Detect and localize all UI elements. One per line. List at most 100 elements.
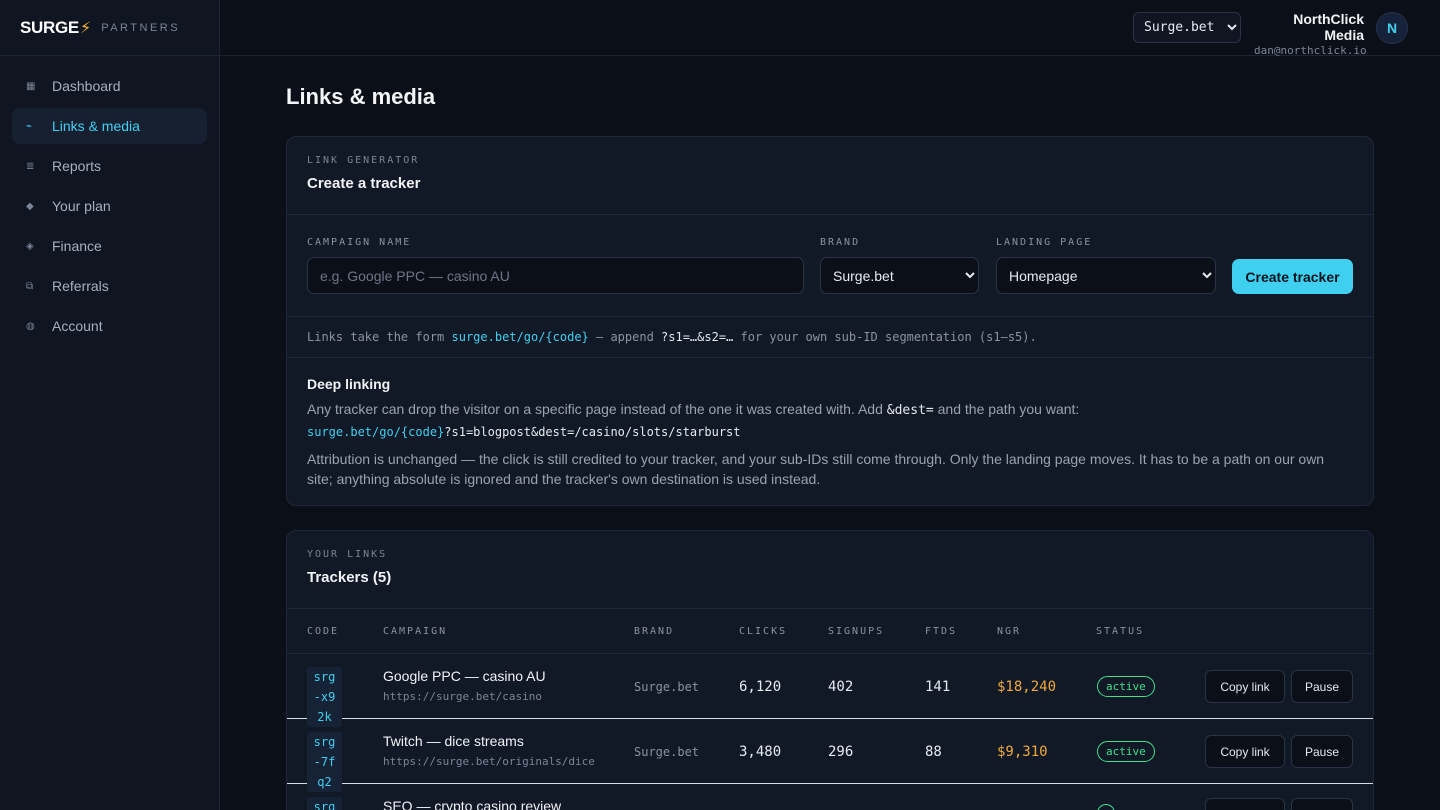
ftds-cell: 141 — [925, 679, 951, 695]
attribution-note: Attribution is unchanged — the click is … — [307, 451, 1325, 487]
column-header: BRAND — [634, 626, 675, 637]
pause-button[interactable]: Pause — [1291, 735, 1353, 768]
reports-icon: ≣ — [26, 160, 35, 172]
dashboard-icon: ▦ — [26, 80, 36, 92]
sidebar-item-label: Reports — [52, 158, 102, 174]
copy-link-button[interactable]: Copy link — [1205, 670, 1285, 703]
tracker-form: CAMPAIGN NAME BRAND Surge.bet LANDING PA… — [287, 215, 1373, 317]
card-eyebrow: LINK GENERATOR — [307, 155, 420, 166]
deep-linking-text: Any tracker can drop the visitor on a sp… — [307, 399, 1353, 421]
landing-page-label: LANDING PAGE — [996, 237, 1093, 248]
column-header: FTDS — [925, 626, 958, 637]
clicks-cell: 6,120 — [739, 679, 782, 695]
sidebar-item-referrals[interactable]: ⧉ Referrals — [12, 268, 207, 304]
tracker-url: https://surge.bet/casino — [383, 690, 542, 703]
copy-link-button[interactable] — [1205, 798, 1285, 810]
hint-prefix: Links take the form — [307, 330, 452, 344]
example-query: ?s1=blogpost&dest=/casino/slots/starburs… — [444, 425, 741, 439]
brand-switcher[interactable]: Surge.bet — [1133, 12, 1241, 43]
account-icon: ◍ — [26, 320, 35, 332]
card-header: LINK GENERATOR Create a tracker — [287, 137, 1373, 215]
sidebar-item-dashboard[interactable]: ▦ Dashboard — [12, 68, 207, 104]
campaign-name-input[interactable] — [307, 257, 804, 294]
tracker-url: https://surge.bet/originals/dice — [383, 755, 595, 768]
deep-link-example: surge.bet/go/{code}?s1=blogpost&dest=/ca… — [307, 425, 1353, 439]
bolt-icon: ⚡ — [79, 19, 92, 37]
column-header: CLICKS — [739, 626, 788, 637]
page-title: Links & media — [286, 84, 436, 109]
table-row: srg-x92k Google PPC — casino AU https://… — [287, 654, 1373, 727]
pause-button[interactable] — [1291, 798, 1353, 810]
logo-text: SURGE — [20, 17, 79, 37]
campaign-name: Google PPC — casino AU — [383, 668, 546, 684]
sidebar-item-finance[interactable]: ◈ Finance — [12, 228, 207, 264]
plan-icon: ◆ — [26, 200, 34, 212]
referrals-icon: ⧉ — [26, 280, 34, 292]
status-badge: active — [1097, 676, 1155, 697]
column-header: NGR — [997, 626, 1022, 637]
hint-mid: — append — [588, 330, 662, 344]
clicks-cell: 3,480 — [739, 744, 782, 760]
ngr-cell: $18,240 — [997, 679, 1057, 695]
status-badge: active — [1097, 741, 1155, 762]
hint-param: ?s1=…&s2=… — [661, 330, 734, 344]
table-row: srg-7fq2 Twitch — dice streams https://s… — [287, 719, 1373, 792]
card-header: YOUR LINKS Trackers (5) — [287, 531, 1373, 609]
sidebar-item-label: Your plan — [52, 198, 111, 214]
sidebar-item-label: Finance — [52, 238, 102, 254]
copy-link-button[interactable]: Copy link — [1205, 735, 1285, 768]
finance-icon: ◈ — [26, 240, 34, 252]
topbar: Surge.bet NorthClick Media dan@northclic… — [220, 0, 1440, 57]
sidebar-item-reports[interactable]: ≣ Reports — [12, 148, 207, 184]
trackers-card: YOUR LINKS Trackers (5) CODE CAMPAIGN BR… — [286, 530, 1374, 810]
status-badge — [1097, 804, 1115, 810]
dest-param: &dest= — [886, 403, 934, 418]
brand-select[interactable]: Surge.bet — [820, 257, 979, 294]
signups-cell: 296 — [828, 744, 854, 760]
column-header: CAMPAIGN — [383, 626, 448, 637]
tracker-code: srg-7fq2 — [307, 732, 342, 792]
avatar[interactable]: N — [1376, 12, 1408, 44]
deep-text-prefix: Any tracker can drop the visitor on a sp… — [307, 401, 887, 417]
sidebar-item-label: Referrals — [52, 278, 109, 294]
example-base: surge.bet/go/{code} — [307, 425, 445, 439]
pause-button[interactable]: Pause — [1291, 670, 1353, 703]
link-generator-card: LINK GENERATOR Create a tracker CAMPAIGN… — [286, 136, 1374, 506]
brand-logo[interactable]: SURGE ⚡ PARTNERS — [0, 0, 219, 56]
partners-label: PARTNERS — [101, 21, 181, 34]
sidebar-item-your-plan[interactable]: ◆ Your plan — [12, 188, 207, 224]
sidebar: SURGE ⚡ PARTNERS ▦ Dashboard ⌁ Links & m… — [0, 0, 220, 810]
hint-suffix: for your own sub-ID segmentation (s1–s5)… — [733, 330, 1037, 344]
campaign-name-label: CAMPAIGN NAME — [307, 237, 412, 248]
table-header: CODE CAMPAIGN BRAND CLICKS SIGNUPS FTDS … — [287, 609, 1373, 654]
sidebar-item-label: Account — [52, 318, 103, 334]
ftds-cell: 88 — [925, 744, 942, 760]
column-header: CODE — [307, 626, 340, 637]
landing-page-select[interactable]: Homepage — [996, 257, 1216, 294]
user-info: NorthClick Media dan@northclick.io — [1254, 11, 1367, 57]
user-name: NorthClick Media — [1293, 11, 1364, 43]
table-row: srg- SEO — crypto casino review — [287, 784, 1373, 810]
column-header: SIGNUPS — [828, 626, 885, 637]
brand-cell: Surge.bet — [634, 745, 700, 759]
sidebar-item-account[interactable]: ◍ Account — [12, 308, 207, 344]
link-icon: ⌁ — [26, 120, 33, 132]
card-title: Trackers (5) — [307, 569, 392, 586]
sidebar-item-label: Dashboard — [52, 78, 121, 94]
sidebar-nav: ▦ Dashboard ⌁ Links & media ≣ Reports ◆ … — [0, 56, 219, 360]
deep-text-suffix: and the path you want: — [933, 401, 1080, 417]
campaign-name: Twitch — dice streams — [383, 733, 524, 749]
sidebar-item-links-media[interactable]: ⌁ Links & media — [12, 108, 207, 144]
sidebar-item-label: Links & media — [52, 118, 140, 134]
card-title: Create a tracker — [307, 175, 421, 192]
create-tracker-button[interactable]: Create tracker — [1232, 259, 1353, 294]
link-format-hint: Links take the form surge.bet/go/{code} … — [287, 317, 1373, 358]
tracker-code: srg-x92k — [307, 667, 342, 727]
user-email: dan@northclick.io — [1254, 44, 1367, 57]
hint-link: surge.bet/go/{code} — [451, 330, 589, 344]
brand-cell: Surge.bet — [634, 680, 700, 694]
column-header: STATUS — [1096, 626, 1145, 637]
tracker-code: srg- — [307, 797, 342, 810]
deep-linking-section: Deep linking Any tracker can drop the vi… — [287, 358, 1373, 489]
ngr-cell: $9,310 — [997, 744, 1048, 760]
